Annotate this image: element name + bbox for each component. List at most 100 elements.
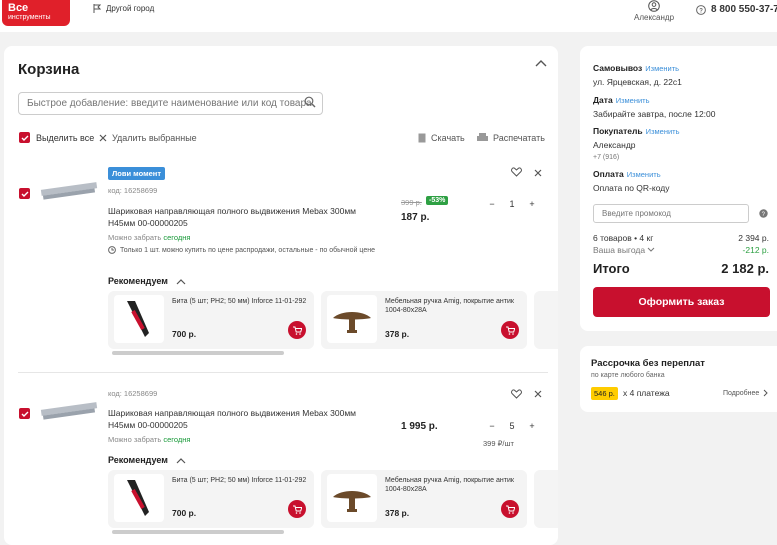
add-to-cart-button[interactable]: [501, 500, 519, 518]
add-to-cart-button[interactable]: [288, 500, 306, 518]
change-buyer-link[interactable]: Изменить: [646, 127, 680, 136]
product-name[interactable]: Шариковая направляющая полного выдвижени…: [108, 205, 368, 229]
rec-scrollbar[interactable]: [112, 530, 284, 534]
recommendation-card[interactable]: Бита (5 шт; PH2; 50 мм) Inforce 11-01-29…: [108, 291, 314, 349]
installment-card: Рассрочка без переплат по карте любого б…: [580, 346, 777, 412]
top-bar: Все инструменты Другой город Александр ?…: [0, 0, 777, 32]
city-label: Другой город: [106, 4, 155, 13]
print-button[interactable]: Распечатать: [477, 133, 545, 143]
close-icon: [99, 134, 107, 142]
select-all-label[interactable]: Выделить все: [36, 133, 94, 143]
rec-name[interactable]: Бита (5 шт; PH2; 50 мм) Inforce 11-01-29…: [172, 297, 312, 306]
info-icon[interactable]: ?: [759, 209, 768, 218]
date-label: Дата: [593, 95, 613, 105]
logo[interactable]: Все инструменты: [2, 0, 70, 26]
recommendation-card[interactable]: Бита (5 шт; PH2; 50 мм) Inforce 11-01-29…: [108, 470, 314, 528]
product-code: код: 16258699: [108, 389, 158, 398]
rec-image[interactable]: [327, 295, 377, 343]
heart-icon[interactable]: [511, 389, 522, 399]
product-image[interactable]: [39, 400, 99, 422]
product-image[interactable]: [39, 180, 99, 202]
svg-text:?: ?: [699, 8, 703, 14]
logo-line1: Все: [8, 2, 29, 14]
change-date-link[interactable]: Изменить: [616, 96, 650, 105]
rec-scrollbar[interactable]: [112, 351, 284, 355]
increase-button[interactable]: +: [522, 421, 542, 431]
quantity-value[interactable]: 1: [502, 199, 522, 209]
rec-image[interactable]: [327, 474, 377, 522]
payment-label: Оплата: [593, 169, 624, 179]
sale-limit-note: Только 1 шт. можно купить по цене распро…: [108, 246, 378, 255]
cart-icon: [505, 326, 515, 335]
close-icon[interactable]: [534, 390, 542, 398]
recommendation-card-partial[interactable]: [534, 470, 558, 528]
recommend-section-title[interactable]: Рекомендуем: [108, 455, 186, 465]
delete-selected-button[interactable]: Удалить выбранные: [99, 133, 197, 143]
quantity-stepper[interactable]: − 1 +: [482, 199, 542, 209]
search-icon[interactable]: [304, 96, 316, 108]
change-payment-link[interactable]: Изменить: [627, 170, 661, 179]
item-checkbox[interactable]: [19, 408, 30, 419]
item-divider: [18, 372, 548, 373]
availability: Можно забрать сегодня: [108, 233, 190, 242]
product-code: код: 16258699: [108, 186, 158, 195]
installment-amount: 546 р.: [591, 387, 618, 400]
checkout-button[interactable]: Оформить заказ: [593, 287, 770, 317]
payment-heading: Оплата Изменить: [593, 169, 661, 179]
cart-icon: [292, 326, 302, 335]
date-heading: Дата Изменить: [593, 95, 650, 105]
user-icon: [648, 0, 660, 12]
decrease-button[interactable]: −: [482, 421, 502, 431]
rec-name[interactable]: Мебельная ручка Amig, покрытие антик 100…: [385, 297, 525, 315]
select-all-checkbox[interactable]: [19, 132, 30, 143]
goods-sum: 2 394 р.: [738, 233, 769, 243]
rec-price: 378 р.: [385, 508, 410, 518]
download-button[interactable]: Скачать: [418, 133, 465, 143]
cart-icon: [505, 505, 515, 514]
city-selector[interactable]: Другой город: [93, 4, 154, 13]
rec-image[interactable]: [114, 295, 164, 343]
recommend-label: Рекомендуем: [108, 455, 168, 465]
flag-icon: [93, 4, 101, 13]
recommend-section-title[interactable]: Рекомендуем: [108, 276, 186, 286]
benefit-label: Ваша выгода: [593, 245, 646, 255]
print-label: Распечатать: [493, 133, 545, 143]
decrease-button[interactable]: −: [482, 199, 502, 209]
add-to-cart-button[interactable]: [288, 321, 306, 339]
rec-name[interactable]: Мебельная ручка Amig, покрытие антик 100…: [385, 476, 525, 494]
add-to-cart-button[interactable]: [501, 321, 519, 339]
document-icon: [418, 133, 426, 143]
availability-prefix: Можно забрать: [108, 233, 162, 242]
benefit-label-wrap: Ваша выгода: [593, 245, 655, 255]
chevron-up-icon[interactable]: [534, 58, 548, 68]
user-account[interactable]: Александр: [630, 0, 678, 22]
installment-title: Рассрочка без переплат: [591, 358, 705, 369]
rec-name[interactable]: Бита (5 шт; PH2; 50 мм) Inforce 11-01-29…: [172, 476, 312, 485]
discount-badge: -53%: [426, 196, 449, 205]
recommendation-card[interactable]: Мебельная ручка Amig, покрытие антик 100…: [321, 291, 527, 349]
rec-image[interactable]: [114, 474, 164, 522]
handle-icon: [333, 491, 371, 512]
item-price: 1 995 р.: [401, 421, 438, 432]
increase-button[interactable]: +: [522, 199, 542, 209]
benefit-row[interactable]: Ваша выгода -212 р.: [593, 245, 769, 255]
recommendation-card[interactable]: Мебельная ручка Amig, покрытие антик 100…: [321, 470, 527, 528]
date-value: Забирайте завтра, после 12:00: [593, 109, 716, 119]
total-label: Итого: [593, 261, 630, 276]
pickup-heading: Самовывоз Изменить: [593, 63, 679, 73]
promo-code-input[interactable]: [593, 204, 749, 223]
phone-link[interactable]: ? 8 800 550-37-7: [696, 4, 777, 15]
close-icon[interactable]: [534, 169, 542, 177]
installment-more-link[interactable]: Подробнее: [723, 389, 769, 397]
quantity-stepper[interactable]: − 5 +: [482, 421, 542, 431]
item-price: 187 р.: [401, 212, 430, 223]
quantity-value[interactable]: 5: [502, 421, 522, 431]
heart-icon[interactable]: [511, 167, 522, 177]
check-icon: [21, 191, 28, 197]
quick-add-input[interactable]: [18, 92, 323, 115]
product-name[interactable]: Шариковая направляющая полного выдвижени…: [108, 407, 368, 431]
item-checkbox[interactable]: [19, 188, 30, 199]
change-pickup-link[interactable]: Изменить: [645, 64, 679, 73]
recommendation-card-partial[interactable]: [534, 291, 558, 349]
old-price: 399 р.: [401, 198, 422, 207]
